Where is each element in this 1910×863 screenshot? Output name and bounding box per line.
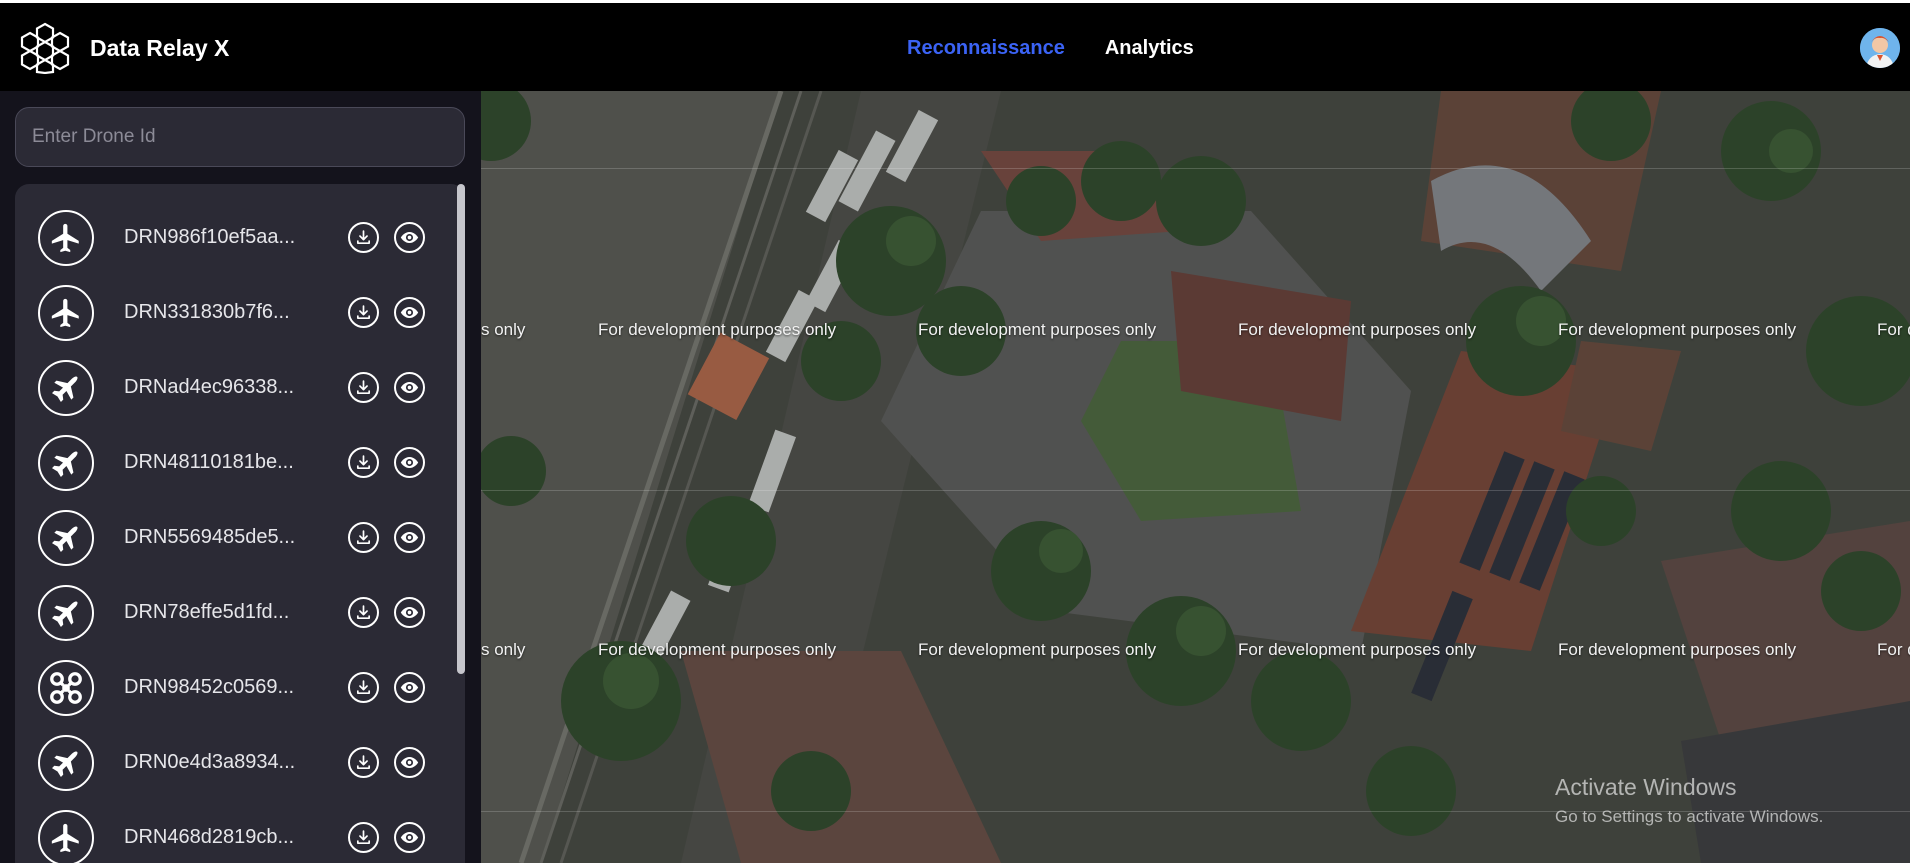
download-button[interactable] <box>348 747 379 778</box>
view-button[interactable] <box>394 447 425 478</box>
eye-icon <box>400 456 419 469</box>
drone-id-label: DRN986f10ef5aa... <box>124 226 296 248</box>
drone-list-item[interactable]: DRN78effe5d1fd... <box>15 575 455 650</box>
view-button[interactable] <box>394 222 425 253</box>
download-button[interactable] <box>348 372 379 403</box>
drone-id-label: DRN48110181be... <box>124 451 294 473</box>
drone-list-item[interactable]: DRN986f10ef5aa... <box>15 200 455 275</box>
download-icon <box>356 680 371 695</box>
brand[interactable]: Data Relay X <box>18 22 229 74</box>
drone-id-label: DRN5569485de5... <box>124 526 296 548</box>
download-button[interactable] <box>348 672 379 703</box>
satellite-imagery <box>481 91 1910 863</box>
fighter-jet-icon <box>38 434 94 491</box>
download-icon <box>356 230 371 245</box>
hexagon-cluster-icon <box>20 22 70 74</box>
user-avatar[interactable] <box>1860 28 1900 68</box>
eye-icon <box>400 681 419 694</box>
drone-list-item[interactable]: DRN0e4d3a8934... <box>15 725 455 800</box>
fighter-jet-icon <box>38 359 94 416</box>
view-button[interactable] <box>394 522 425 553</box>
download-button[interactable] <box>348 522 379 553</box>
map-watermark: For development purposes only <box>918 320 1157 339</box>
nav-analytics[interactable]: Analytics <box>1105 37 1194 60</box>
map-watermark: For development purposes only <box>598 320 837 339</box>
drone-list-item[interactable]: DRN5569485de5... <box>15 500 455 575</box>
drone-id-search-input[interactable] <box>15 107 465 167</box>
drone-list-item[interactable]: DRN98452c0569... <box>15 650 455 725</box>
nav-reconnaissance[interactable]: Reconnaissance <box>907 37 1065 60</box>
main-nav: Reconnaissance Analytics <box>907 37 1194 60</box>
drone-list: DRN986f10ef5aa... DRN331830b7f6... DRNad… <box>15 184 465 863</box>
airplane-icon <box>38 209 94 266</box>
activate-windows-title: Activate Windows <box>1555 774 1737 800</box>
map-watermark: For d <box>1877 320 1910 339</box>
fighter-jet-icon <box>38 509 94 566</box>
activate-windows-subtitle: Go to Settings to activate Windows. <box>1555 807 1824 826</box>
map-watermark: s only <box>481 320 526 339</box>
map-watermark: For development purposes only <box>1558 640 1797 659</box>
drone-list-item[interactable]: DRN48110181be... <box>15 425 455 500</box>
download-icon <box>356 530 371 545</box>
map-watermark: For development purposes only <box>598 640 837 659</box>
eye-icon <box>400 606 419 619</box>
map-watermark: For d <box>1877 640 1910 659</box>
view-button[interactable] <box>394 747 425 778</box>
drone-id-label: DRN0e4d3a8934... <box>124 751 296 773</box>
download-button[interactable] <box>348 297 379 328</box>
download-icon <box>356 830 371 845</box>
drone-id-label: DRN331830b7f6... <box>124 301 290 323</box>
drone-id-label: DRN98452c0569... <box>124 676 295 698</box>
drone-list-item[interactable]: DRNad4ec96338... <box>15 350 455 425</box>
satellite-map[interactable]: s only For development purposes only For… <box>481 91 1910 863</box>
map-watermark: For development purposes only <box>1558 320 1797 339</box>
download-button[interactable] <box>348 822 379 853</box>
view-button[interactable] <box>394 672 425 703</box>
quadcopter-icon <box>38 659 94 716</box>
eye-icon <box>400 531 419 544</box>
drone-list-item[interactable]: DRN331830b7f6... <box>15 275 455 350</box>
drone-id-label: DRN78effe5d1fd... <box>124 601 290 623</box>
eye-icon <box>400 231 419 244</box>
drone-list-item[interactable]: DRN468d2819cb... <box>15 800 455 863</box>
view-button[interactable] <box>394 372 425 403</box>
download-icon <box>356 455 371 470</box>
download-icon <box>356 305 371 320</box>
drone-sidebar: DRN986f10ef5aa... DRN331830b7f6... <box>0 91 481 863</box>
drone-id-label: DRNad4ec96338... <box>124 376 295 398</box>
view-button[interactable] <box>394 297 425 328</box>
eye-icon <box>400 756 419 769</box>
map-tile-divider <box>481 168 1910 169</box>
top-navbar: Data Relay X Reconnaissance Analytics <box>0 3 1910 91</box>
airplane-icon <box>38 809 94 863</box>
download-button[interactable] <box>348 222 379 253</box>
download-icon <box>356 605 371 620</box>
eye-icon <box>400 381 419 394</box>
map-watermark: s only <box>481 640 526 659</box>
view-button[interactable] <box>394 597 425 628</box>
map-watermark: For development purposes only <box>918 640 1157 659</box>
app-name: Data Relay X <box>90 34 230 61</box>
fighter-jet-icon <box>38 734 94 791</box>
download-button[interactable] <box>348 447 379 478</box>
airplane-icon <box>38 284 94 341</box>
download-icon <box>356 755 371 770</box>
fighter-jet-icon <box>38 584 94 641</box>
eye-icon <box>400 831 419 844</box>
map-tile-divider <box>481 490 1910 491</box>
avatar-icon <box>1860 28 1900 68</box>
activate-windows-notice: Activate Windows Go to Settings to activ… <box>1555 774 1823 827</box>
drone-id-label: DRN468d2819cb... <box>124 826 295 848</box>
map-watermark: For development purposes only <box>1238 640 1477 659</box>
eye-icon <box>400 306 419 319</box>
download-icon <box>356 380 371 395</box>
map-watermark: For development purposes only <box>1238 320 1477 339</box>
download-button[interactable] <box>348 597 379 628</box>
view-button[interactable] <box>394 822 425 853</box>
drone-list-scrollbar[interactable] <box>457 184 465 674</box>
